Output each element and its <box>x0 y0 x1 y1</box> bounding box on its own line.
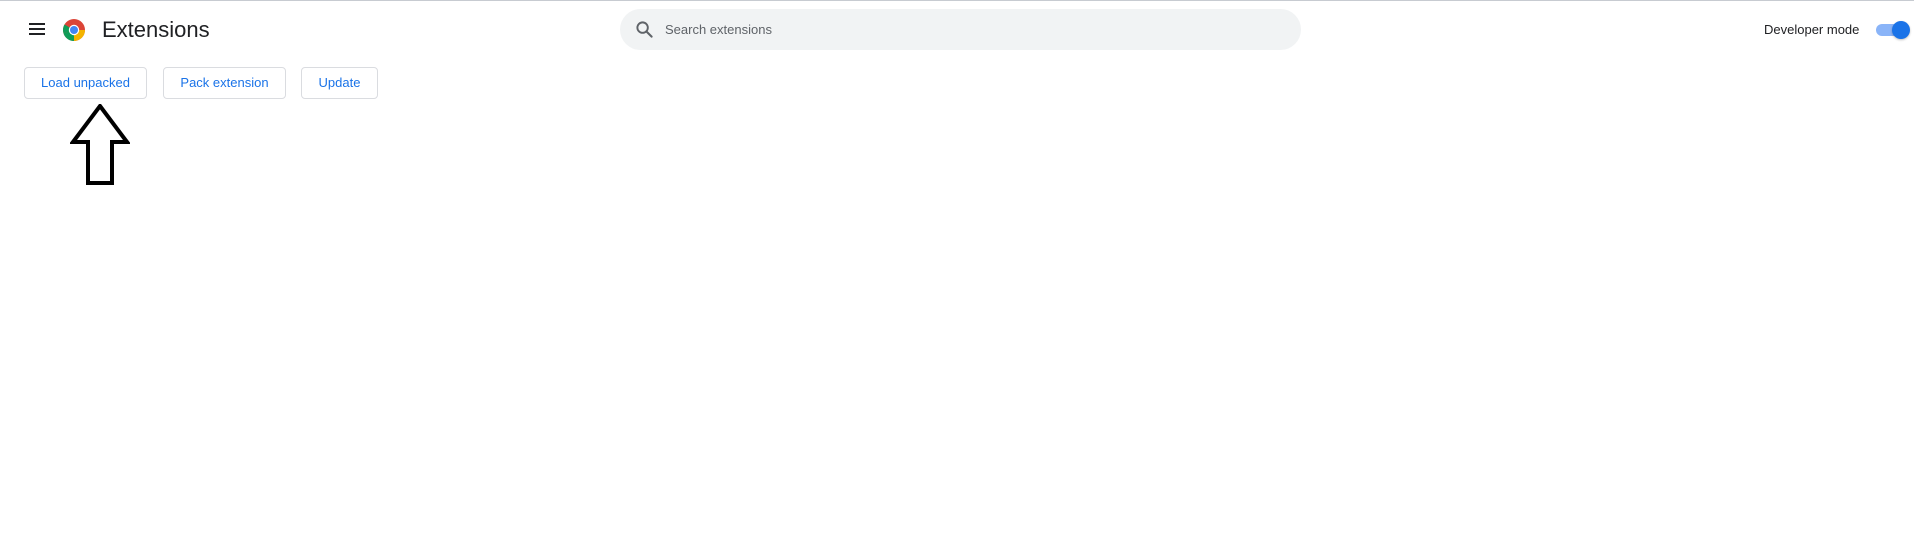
up-arrow-icon <box>70 104 130 185</box>
search-box[interactable] <box>620 9 1301 50</box>
developer-mode-toggle[interactable] <box>1876 21 1910 39</box>
search-input[interactable] <box>665 9 1265 50</box>
pack-extension-button[interactable]: Pack extension <box>163 67 286 99</box>
page-title: Extensions <box>102 17 210 42</box>
developer-mode-label: Developer mode <box>1764 22 1860 37</box>
hamburger-menu-icon <box>29 23 45 35</box>
main-menu-button[interactable] <box>23 15 51 43</box>
chrome-logo-icon <box>63 19 85 41</box>
search-icon <box>636 21 653 38</box>
update-button[interactable]: Update <box>301 67 378 99</box>
load-unpacked-button[interactable]: Load unpacked <box>24 67 147 99</box>
toggle-knob <box>1892 21 1910 39</box>
toolbar: Extensions Developer mode <box>0 1 1914 57</box>
extensions-page: Extensions Developer mode Load unpacked … <box>0 0 1914 556</box>
